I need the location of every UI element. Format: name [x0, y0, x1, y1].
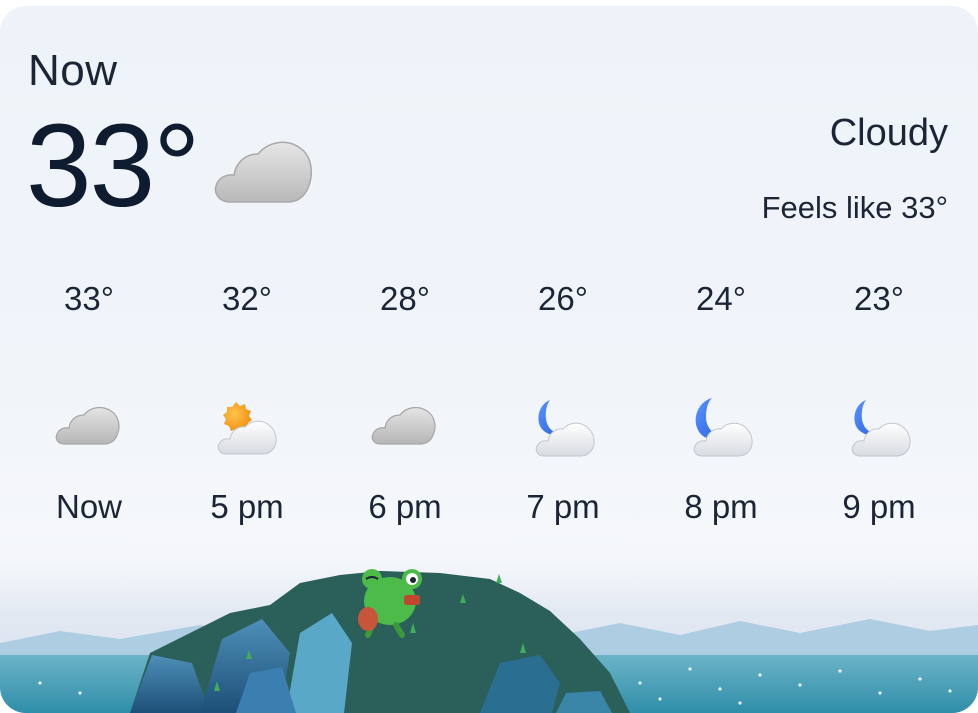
hourly-temperature: 23°: [854, 280, 904, 317]
cloud-icon: [371, 406, 436, 445]
current-temperature: 33°: [26, 100, 200, 232]
hourly-temperature: 33°: [64, 280, 114, 317]
hourly-item[interactable]: 33° Now: [10, 276, 168, 546]
partly-sunny-icon: [217, 402, 277, 455]
hourly-temperature: 28°: [380, 280, 430, 317]
hourly-forecast: 33° Now 32° 5 pm 28° 6 pm 26° 7 pm 24° 8…: [10, 276, 958, 546]
hourly-temperature: 24°: [696, 280, 746, 317]
cloud-icon: [214, 141, 313, 203]
landscape-illustration: [0, 543, 978, 713]
hourly-item[interactable]: 32° 5 pm: [168, 276, 326, 546]
partly-cloudy-night-icon: [851, 400, 911, 457]
hourly-item[interactable]: 23° 9 pm: [800, 276, 958, 546]
now-label: Now: [28, 46, 118, 95]
hourly-temperature: 26°: [538, 280, 588, 317]
hourly-item[interactable]: 28° 6 pm: [326, 276, 484, 546]
partly-cloudy-night-icon: [693, 398, 753, 457]
hourly-temperature: 32°: [222, 280, 272, 317]
condition-text: Cloudy: [829, 112, 948, 154]
hourly-time: 9 pm: [842, 488, 916, 525]
hourly-item[interactable]: 26° 7 pm: [484, 276, 642, 546]
hourly-item[interactable]: 24° 8 pm: [642, 276, 800, 546]
hourly-time: 7 pm: [526, 488, 600, 525]
hourly-time: 5 pm: [210, 488, 284, 525]
partly-cloudy-night-icon: [535, 400, 595, 457]
hourly-time: 8 pm: [684, 488, 758, 525]
hourly-time: 6 pm: [368, 488, 442, 525]
weather-card: Now 33° Cloudy Feels like 33° 33° Now 32…: [0, 6, 978, 713]
cloud-icon: [55, 406, 120, 445]
hourly-time: Now: [55, 488, 123, 525]
feels-like-text: Feels like 33°: [761, 190, 948, 225]
